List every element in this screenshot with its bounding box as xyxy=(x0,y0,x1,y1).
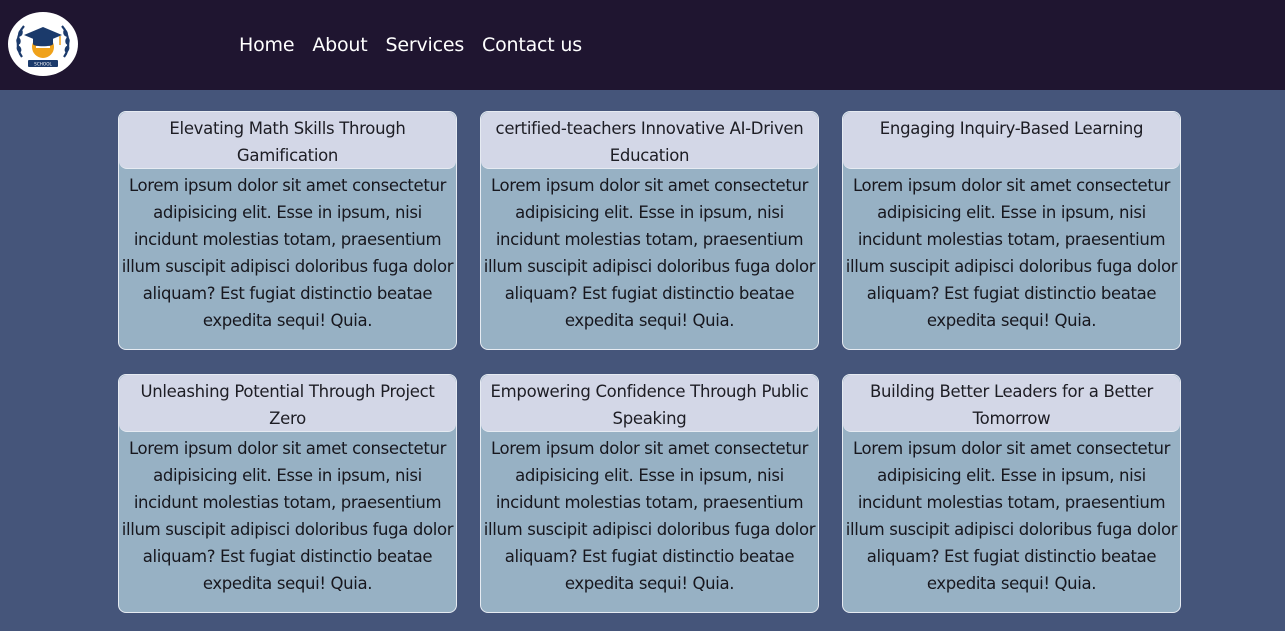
card-description: Lorem ipsum dolor sit amet consectetur a… xyxy=(483,439,816,593)
program-cards-grid: Elevating Math Skills Through Gamificati… xyxy=(118,111,1181,613)
school-logo[interactable]: SCHOOL xyxy=(8,12,78,76)
graduation-cap-icon: SCHOOL xyxy=(16,25,70,67)
card-title: Unleashing Potential Through Project Zer… xyxy=(119,375,456,432)
nav-link-contact[interactable]: Contact us xyxy=(482,31,582,59)
card-title: Engaging Inquiry-Based Learning xyxy=(843,112,1180,169)
card-description: Lorem ipsum dolor sit amet consectetur a… xyxy=(121,439,454,593)
program-card: certified-teachers Innovative AI-Driven … xyxy=(480,111,819,350)
program-card: Elevating Math Skills Through Gamificati… xyxy=(118,111,457,350)
card-title: Empowering Confidence Through Public Spe… xyxy=(481,375,818,432)
nav-link-home[interactable]: Home xyxy=(239,31,295,59)
nav-link-about[interactable]: About xyxy=(312,31,367,59)
main-nav: Home About Services Contact us xyxy=(239,31,582,59)
navbar: SCHOOL Home About Services Contact us xyxy=(0,0,1285,90)
logo-text: SCHOOL xyxy=(34,62,52,67)
card-description: Lorem ipsum dolor sit amet consectetur a… xyxy=(845,176,1178,330)
program-card: Unleashing Potential Through Project Zer… xyxy=(118,374,457,613)
program-card: Engaging Inquiry-Based Learning Lorem ip… xyxy=(842,111,1181,350)
nav-link-services[interactable]: Services xyxy=(386,31,465,59)
program-card: Empowering Confidence Through Public Spe… xyxy=(480,374,819,613)
card-title: certified-teachers Innovative AI-Driven … xyxy=(481,112,818,169)
card-description: Lorem ipsum dolor sit amet consectetur a… xyxy=(121,176,454,330)
program-card: Building Better Leaders for a Better Tom… xyxy=(842,374,1181,613)
card-title: Elevating Math Skills Through Gamificati… xyxy=(119,112,456,169)
card-title: Building Better Leaders for a Better Tom… xyxy=(843,375,1180,432)
card-description: Lorem ipsum dolor sit amet consectetur a… xyxy=(845,439,1178,593)
card-description: Lorem ipsum dolor sit amet consectetur a… xyxy=(483,176,816,330)
